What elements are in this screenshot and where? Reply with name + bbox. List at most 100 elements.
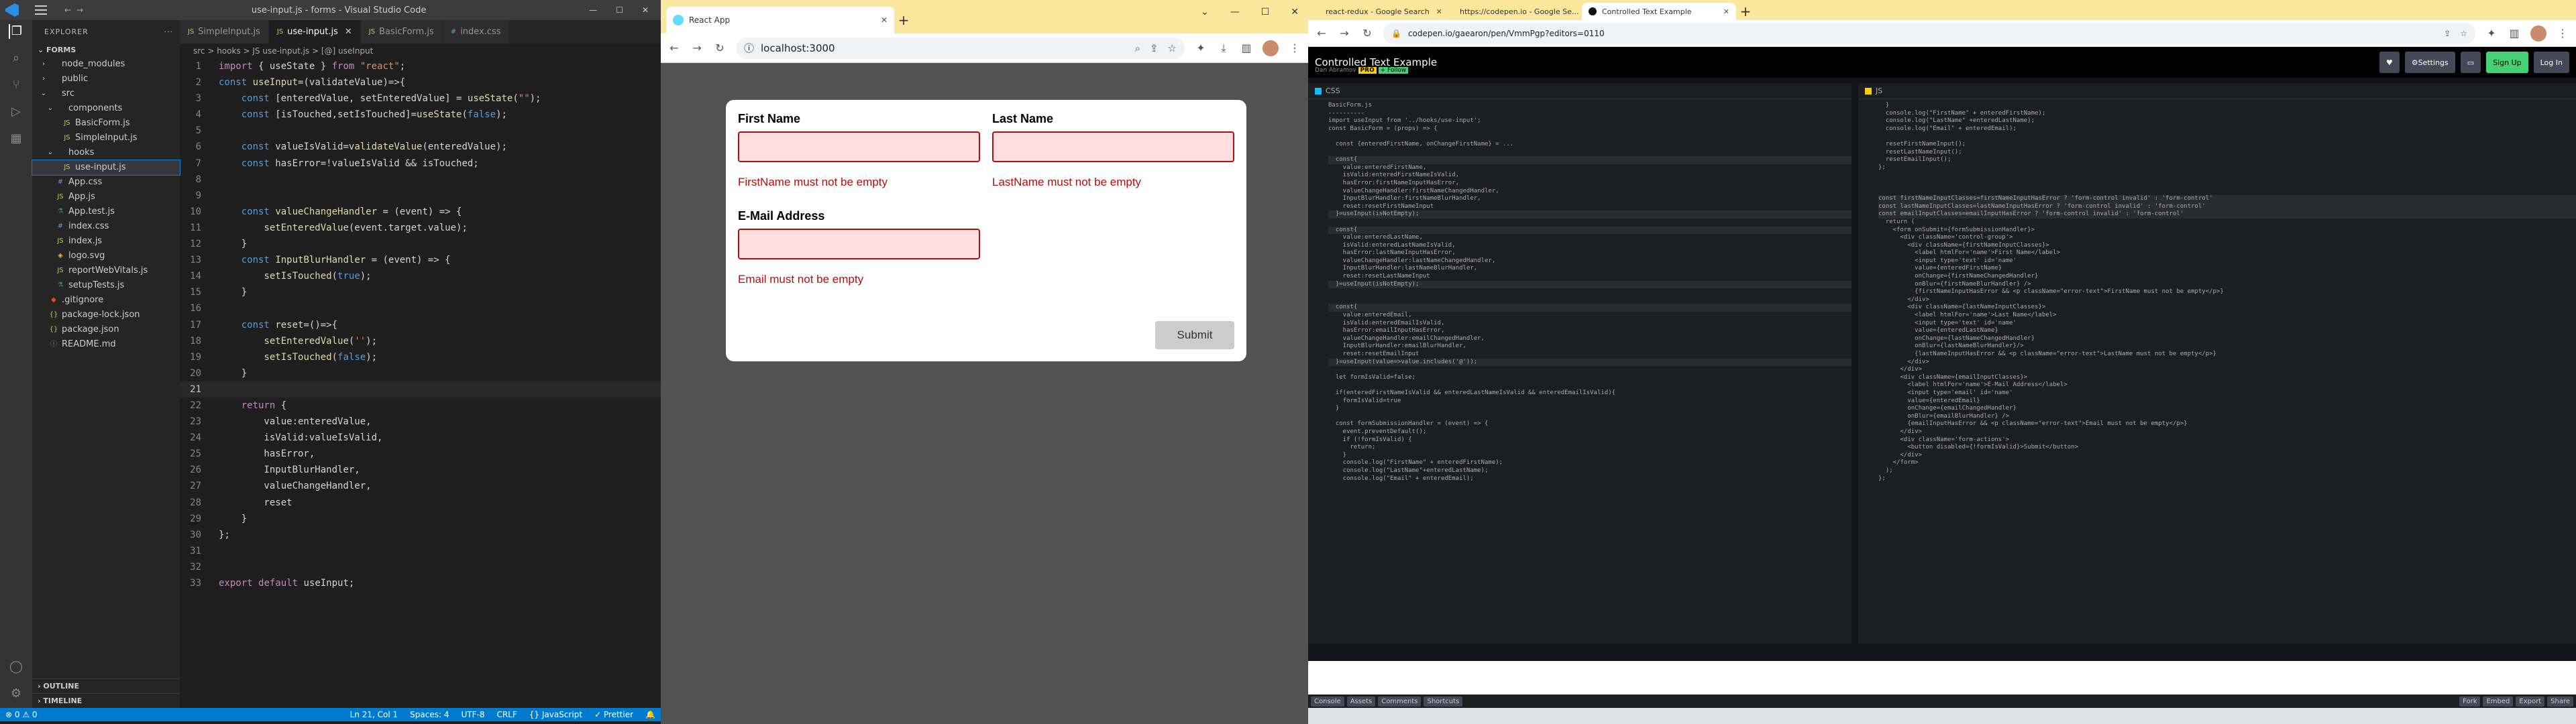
minimize-icon[interactable]: — bbox=[589, 5, 597, 15]
settings-gear-icon[interactable]: ⚙ bbox=[9, 686, 23, 701]
bookmark-star-icon[interactable]: ☆ bbox=[1168, 42, 1177, 54]
browser-tab[interactable]: https://codepen.io - Google Se...✕ bbox=[1448, 3, 1592, 20]
editor-tab[interactable]: JS SimpleInput.js bbox=[180, 20, 269, 44]
first-name-input[interactable] bbox=[738, 131, 980, 162]
workspace-folder[interactable]: ⌄ FORMS bbox=[32, 43, 180, 57]
tree-item[interactable]: JS reportWebVitals.js bbox=[32, 263, 180, 278]
menu-icon[interactable] bbox=[35, 5, 47, 15]
forward-icon[interactable]: → bbox=[690, 42, 704, 54]
zoom-icon[interactable]: ⌕ bbox=[1135, 42, 1140, 54]
sidepanel-icon[interactable]: ▥ bbox=[2508, 27, 2521, 40]
outline-section[interactable]: › OUTLINE bbox=[32, 678, 180, 693]
bookmark-star-icon[interactable]: ☆ bbox=[2460, 29, 2467, 38]
chevron-down-icon[interactable]: ⌄ bbox=[1201, 7, 1209, 17]
editor-tab[interactable]: JS use-input.js ✕ bbox=[268, 20, 361, 44]
footer-fork-button[interactable]: Fork bbox=[2459, 696, 2481, 707]
minimize-icon[interactable]: — bbox=[1230, 7, 1240, 17]
downloads-icon[interactable]: ⤓ bbox=[1217, 42, 1230, 55]
lock-icon[interactable]: 🔒 bbox=[1391, 29, 1401, 38]
info-icon[interactable]: ⓘ bbox=[744, 41, 754, 55]
email-input[interactable] bbox=[738, 229, 980, 259]
tree-item[interactable]: ⚗ App.test.js bbox=[32, 204, 180, 219]
footer-shortcuts-button[interactable]: Shortcuts bbox=[1424, 696, 1463, 707]
reload-icon[interactable]: ↻ bbox=[1360, 27, 1374, 40]
tree-item[interactable]: ◆ .gitignore bbox=[32, 293, 180, 308]
tree-item[interactable]: {} package.json bbox=[32, 322, 180, 337]
run-debug-icon[interactable]: ▷ bbox=[9, 105, 23, 119]
footer-embed-button[interactable]: Embed bbox=[2483, 696, 2514, 707]
tree-item[interactable]: JS App.js bbox=[32, 190, 180, 204]
css-editor[interactable]: CSS BasicForm.js ---------- import useInpu… bbox=[1308, 83, 1851, 644]
tree-item[interactable]: › public bbox=[32, 72, 180, 86]
tree-item[interactable]: # index.css bbox=[32, 219, 180, 234]
close-window-icon[interactable]: ✕ bbox=[1291, 7, 1299, 17]
indentation[interactable]: Spaces: 4 bbox=[410, 710, 449, 719]
forward-icon[interactable]: → bbox=[1338, 27, 1351, 40]
signup-button[interactable]: Sign Up bbox=[2486, 52, 2528, 73]
last-name-input[interactable] bbox=[992, 131, 1234, 162]
footer-share-button[interactable]: Share bbox=[2547, 696, 2573, 707]
tab-react-app[interactable]: React App ✕ bbox=[666, 7, 894, 34]
explorer-icon[interactable]: ❐ bbox=[9, 24, 23, 39]
share-icon[interactable]: ⇪ bbox=[1150, 42, 1159, 54]
nav-arrows-icon[interactable]: ←→ bbox=[64, 5, 89, 15]
new-tab-button[interactable]: + bbox=[894, 7, 913, 34]
prettier-status[interactable]: ✓ Prettier bbox=[594, 710, 633, 719]
maximize-icon[interactable]: ☐ bbox=[616, 5, 623, 15]
profile-avatar-2[interactable] bbox=[2530, 25, 2546, 42]
code-editor[interactable]: 1 import { useState } from "react"; 2 const… bbox=[180, 58, 661, 708]
extensions-puzzle-icon[interactable]: ✦ bbox=[2485, 27, 2498, 40]
browser-tab[interactable]: react-redux - Google Search ✕ bbox=[1313, 3, 1448, 20]
profile-avatar[interactable] bbox=[1263, 40, 1279, 56]
close-icon[interactable]: ✕ bbox=[642, 5, 649, 15]
footer-console-button[interactable]: Console bbox=[1311, 696, 1344, 707]
tree-item[interactable]: JS index.js bbox=[32, 234, 180, 249]
cursor-position[interactable]: Ln 21, Col 1 bbox=[350, 710, 398, 719]
timeline-section[interactable]: › TIMELINE bbox=[32, 693, 180, 708]
browser-tab[interactable]: Controlled Text Example ✕ bbox=[1582, 3, 1736, 20]
sidepanel-icon[interactable]: ▥ bbox=[1240, 42, 1253, 54]
login-button[interactable]: Log In bbox=[2533, 52, 2569, 73]
language-mode[interactable]: {} JavaScript bbox=[529, 710, 582, 719]
share-icon[interactable]: ⇪ bbox=[2444, 29, 2451, 38]
address-bar-2[interactable]: 🔒 codepen.io/gaearon/pen/VmmPgp?editors=… bbox=[1383, 22, 2475, 44]
tree-item[interactable]: ⌄ hooks bbox=[32, 145, 180, 160]
source-control-icon[interactable]: ⑂ bbox=[9, 78, 23, 93]
back-icon[interactable]: ← bbox=[667, 42, 681, 54]
close-tab-icon[interactable]: ✕ bbox=[1717, 7, 1729, 16]
close-tab-icon[interactable]: ✕ bbox=[874, 15, 888, 25]
tree-item[interactable]: ◈ logo.svg bbox=[32, 249, 180, 263]
tree-item[interactable]: {} package-lock.json bbox=[32, 308, 180, 322]
tree-item[interactable]: ⚗ setupTests.js bbox=[32, 278, 180, 293]
heart-icon[interactable]: ♥ bbox=[2379, 52, 2400, 73]
close-tab-icon[interactable]: ✕ bbox=[1430, 7, 1442, 16]
tree-item[interactable]: ⌄ components bbox=[32, 101, 180, 116]
notifications-icon[interactable]: 🔔 bbox=[645, 710, 655, 719]
footer-export-button[interactable]: Export bbox=[2516, 696, 2545, 707]
account-icon[interactable]: ◯ bbox=[9, 660, 23, 674]
submit-button[interactable]: Submit bbox=[1155, 321, 1234, 349]
maximize-icon[interactable]: ☐ bbox=[1261, 7, 1270, 17]
address-bar[interactable]: ⓘ localhost:3000 ⌕ ⇪ ☆ bbox=[736, 37, 1185, 59]
line-ending[interactable]: CRLF bbox=[496, 710, 517, 719]
reload-icon[interactable]: ↻ bbox=[713, 42, 727, 54]
tree-item[interactable]: JS use-input.js bbox=[32, 160, 180, 176]
extensions-puzzle-icon[interactable]: ✦ bbox=[1194, 42, 1208, 54]
more-actions-icon[interactable]: ··· bbox=[164, 27, 174, 36]
new-tab-button[interactable]: + bbox=[1736, 3, 1755, 20]
tree-item[interactable]: JS BasicForm.js bbox=[32, 116, 180, 131]
pen-author[interactable]: Dan Abramov bbox=[1315, 67, 1356, 74]
tree-item[interactable]: # App.css bbox=[32, 175, 180, 190]
search-icon[interactable]: ⌕ bbox=[9, 51, 23, 66]
settings-button[interactable]: ⚙ Settings bbox=[2404, 52, 2455, 73]
tree-item[interactable]: › node_modules bbox=[32, 57, 180, 72]
tree-item[interactable]: ⌄ src bbox=[32, 86, 180, 101]
footer-assets-button[interactable]: Assets bbox=[1346, 696, 1376, 707]
back-icon[interactable]: ← bbox=[1315, 27, 1328, 40]
follow-button[interactable]: + Follow bbox=[1378, 67, 1409, 74]
footer-comments-button[interactable]: Comments bbox=[1378, 696, 1421, 707]
tree-item[interactable]: JS SimpleInput.js bbox=[32, 131, 180, 145]
browser-menu-icon[interactable]: ⋮ bbox=[2556, 27, 2569, 40]
editor-tab[interactable]: # index.css bbox=[442, 20, 510, 44]
browser-menu-icon[interactable]: ⋮ bbox=[1288, 42, 1301, 54]
